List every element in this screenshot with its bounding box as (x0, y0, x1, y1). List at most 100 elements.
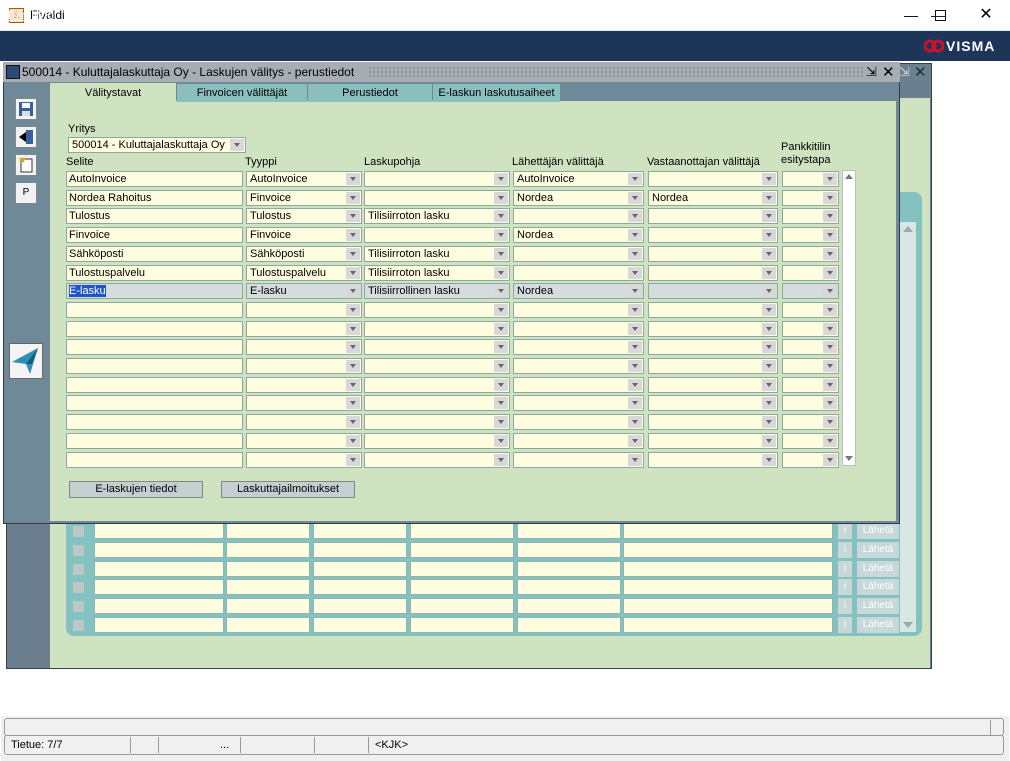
chevron-down-icon[interactable] (346, 192, 360, 204)
scroll-up-icon[interactable] (842, 170, 856, 184)
chevron-down-icon[interactable] (628, 192, 642, 204)
chevron-down-icon[interactable] (823, 416, 837, 428)
menu-myynti[interactable]: Myynti (110, 8, 145, 22)
cell-laskupohja[interactable] (364, 452, 510, 468)
front-close-icon[interactable]: ✕ (882, 63, 895, 81)
cell-lahettaja[interactable] (513, 395, 644, 411)
laheta-button[interactable]: Lähetä (857, 617, 899, 633)
menu-ohje[interactable]: Ohje (791, 8, 816, 22)
chevron-down-icon[interactable] (346, 323, 360, 335)
cell-tyyppi[interactable] (246, 302, 362, 318)
chevron-down-icon[interactable] (823, 360, 837, 372)
cell-lahettaja[interactable] (513, 452, 644, 468)
cell-vastaanottaja[interactable] (648, 265, 778, 281)
chevron-down-icon[interactable] (823, 379, 837, 391)
cell-tyyppi[interactable] (246, 339, 362, 355)
chevron-down-icon[interactable] (762, 360, 776, 372)
cell-laskupohja[interactable] (364, 433, 510, 449)
cell-lahettaja[interactable]: Nordea (513, 283, 644, 299)
cell-tyyppi[interactable] (246, 395, 362, 411)
cell-pankki[interactable] (782, 433, 839, 449)
chevron-down-icon[interactable] (346, 397, 360, 409)
cell-lahettaja[interactable] (513, 433, 644, 449)
chevron-down-icon[interactable] (762, 304, 776, 316)
cell-selite[interactable]: Tulostuspalvelu (66, 265, 243, 281)
row-checkbox[interactable] (73, 526, 84, 537)
chevron-down-icon[interactable] (346, 267, 360, 279)
front-minimize-icon[interactable]: ⇲ (866, 64, 877, 80)
menu-ikkuna[interactable]: Ikkuna (827, 8, 862, 22)
cell-pankki[interactable] (782, 339, 839, 355)
background-cell[interactable] (623, 542, 833, 558)
new-record-button[interactable] (15, 154, 37, 176)
cell-laskupohja[interactable] (364, 321, 510, 337)
chevron-down-icon[interactable] (762, 267, 776, 279)
chevron-down-icon[interactable] (494, 304, 508, 316)
tab-finvoicen-valittajat[interactable]: Finvoicen välittäjät (177, 84, 307, 102)
background-cell[interactable] (517, 523, 621, 539)
chevron-down-icon[interactable] (494, 210, 508, 222)
cell-vastaanottaja[interactable] (648, 302, 778, 318)
menu-taloushallinto[interactable]: Taloushallinto (194, 8, 267, 22)
chevron-down-icon[interactable] (628, 304, 642, 316)
chevron-down-icon[interactable] (494, 454, 508, 466)
chevron-down-icon[interactable] (823, 285, 837, 297)
background-close-icon[interactable]: ✕ (914, 63, 927, 81)
background-cell[interactable] (313, 542, 407, 558)
cell-selite[interactable] (66, 414, 243, 430)
cell-selite[interactable] (66, 433, 243, 449)
cell-pankki[interactable] (782, 208, 839, 224)
row-checkbox[interactable] (73, 545, 84, 556)
info-button[interactable]: i (838, 523, 852, 539)
info-button[interactable]: i (838, 617, 852, 633)
info-button[interactable]: i (838, 561, 852, 577)
chevron-down-icon[interactable] (823, 229, 837, 241)
cell-selite[interactable] (66, 358, 243, 374)
cell-tyyppi[interactable]: E-lasku (246, 283, 362, 299)
cell-tyyppi[interactable]: Sähköposti (246, 246, 362, 262)
cell-laskupohja[interactable] (364, 377, 510, 393)
chevron-down-icon[interactable] (494, 323, 508, 335)
chevron-down-icon[interactable] (346, 248, 360, 260)
chevron-down-icon[interactable] (762, 416, 776, 428)
chevron-down-icon[interactable] (494, 285, 508, 297)
menu-kiinteistohallinta[interactable]: Kiinteistöhallinta (320, 8, 407, 22)
background-cell[interactable] (410, 579, 514, 595)
cell-vastaanottaja[interactable] (648, 433, 778, 449)
info-button[interactable]: i (838, 598, 852, 614)
cell-vastaanottaja[interactable] (648, 395, 778, 411)
grid-scrollbar[interactable] (842, 170, 856, 466)
cell-selite[interactable]: Nordea Rahoitus (66, 190, 243, 206)
cell-tyyppi[interactable]: Finvoice (246, 227, 362, 243)
cell-selite[interactable] (66, 302, 243, 318)
chevron-down-icon[interactable] (823, 435, 837, 447)
chevron-down-icon[interactable] (628, 248, 642, 260)
chevron-down-icon[interactable] (762, 323, 776, 335)
background-cell[interactable] (623, 523, 833, 539)
chevron-down-icon[interactable] (762, 341, 776, 353)
cell-laskupohja[interactable] (364, 302, 510, 318)
chevron-down-icon[interactable] (346, 210, 360, 222)
menu-toiminnot[interactable]: Toiminnot (6, 8, 57, 22)
background-cell[interactable] (517, 579, 621, 595)
background-cell[interactable] (226, 523, 310, 539)
cell-vastaanottaja[interactable] (648, 358, 778, 374)
cell-lahettaja[interactable] (513, 321, 644, 337)
menu-prosessit[interactable]: Prosessit (417, 8, 466, 22)
laheta-button[interactable]: Lähetä (857, 579, 899, 595)
menu-logistiikka[interactable]: Logistiikka (562, 8, 618, 22)
chevron-down-icon[interactable] (628, 416, 642, 428)
cell-tyyppi[interactable] (246, 452, 362, 468)
cell-pankki[interactable] (782, 377, 839, 393)
cell-lahettaja[interactable] (513, 265, 644, 281)
cell-tyyppi[interactable]: Tulostuspalvelu (246, 265, 362, 281)
cell-pankki[interactable] (782, 171, 839, 187)
background-cell[interactable] (410, 523, 514, 539)
chevron-down-icon[interactable] (346, 435, 360, 447)
chevron-down-icon[interactable] (346, 416, 360, 428)
cell-selite[interactable] (66, 377, 243, 393)
cell-lahettaja[interactable] (513, 377, 644, 393)
cell-selite[interactable]: Sähköposti (66, 246, 243, 262)
cell-selite[interactable] (66, 339, 243, 355)
background-cell[interactable] (226, 542, 310, 558)
